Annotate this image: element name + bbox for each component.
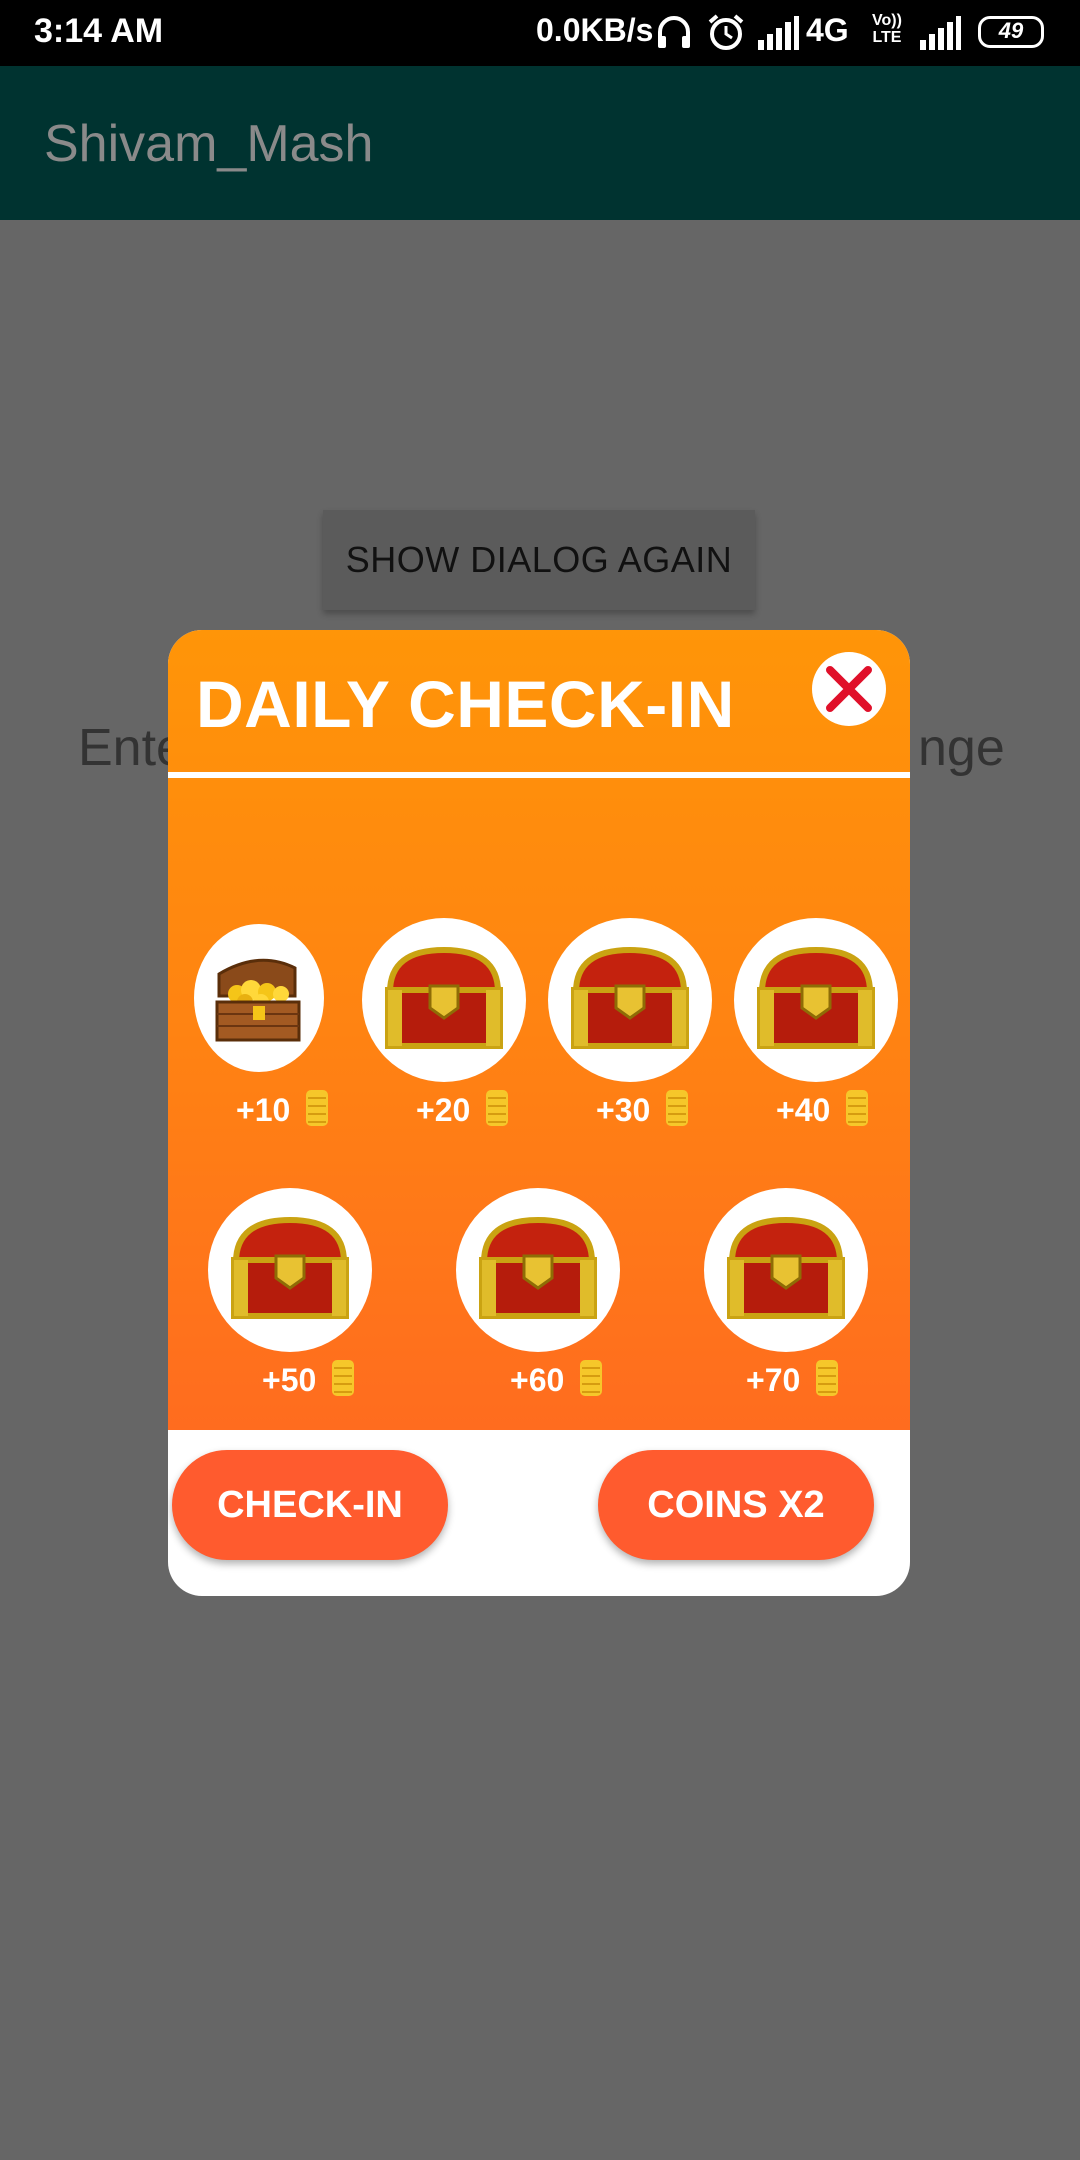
battery-level: 49 <box>998 18 1024 43</box>
coin-icon <box>666 1090 688 1126</box>
status-speed: 0.0KB/s <box>536 12 654 48</box>
background-text-right: nge <box>918 719 1005 777</box>
signal-icon-2 <box>920 16 961 50</box>
red-chest-icon <box>548 918 712 1082</box>
coin-icon <box>306 1090 328 1126</box>
daily-checkin-dialog: DAILY CHECK-IN +10 +20 +30 +40 +50 +60 +… <box>168 630 910 1596</box>
alarm-icon <box>708 14 744 50</box>
network-type: 4G <box>806 12 849 48</box>
status-bar: 3:14 AM 0.0KB/s 4G Vo)) LTE 49 <box>0 0 1080 66</box>
status-time: 3:14 AM <box>34 12 164 50</box>
reward-label: +70 <box>746 1362 801 1398</box>
app-title: Shivam_Mash <box>44 115 374 173</box>
coin-icon <box>580 1360 602 1396</box>
reward-label: +60 <box>510 1362 565 1398</box>
red-chest-icon <box>208 1188 372 1352</box>
red-chest-icon <box>704 1188 868 1352</box>
close-icon <box>826 666 872 712</box>
coin-icon <box>846 1090 868 1126</box>
open-gold-chest-icon <box>194 924 324 1072</box>
check-in-button[interactable]: CHECK-IN <box>172 1450 448 1560</box>
close-button[interactable] <box>812 652 886 726</box>
coin-icon <box>486 1090 508 1126</box>
reward-label: +10 <box>236 1092 291 1128</box>
dialog-title: DAILY CHECK-IN <box>196 667 735 741</box>
signal-icon <box>758 16 799 50</box>
coin-icon <box>332 1360 354 1396</box>
reward-label: +40 <box>776 1092 831 1128</box>
coin-icon <box>816 1360 838 1396</box>
red-chest-icon <box>362 918 526 1082</box>
volte-bottom: LTE <box>872 29 902 46</box>
reward-label: +20 <box>416 1092 471 1128</box>
red-chest-icon <box>734 918 898 1082</box>
coins-x2-button[interactable]: COINS X2 <box>598 1450 874 1560</box>
volte-top: Vo)) <box>872 12 902 29</box>
headset-icon <box>658 16 690 48</box>
reward-label: +50 <box>262 1362 317 1398</box>
red-chest-icon <box>456 1188 620 1352</box>
reward-label: +30 <box>596 1092 651 1128</box>
header-divider <box>168 772 910 778</box>
dialog-header-panel: DAILY CHECK-IN +10 +20 +30 +40 +50 +60 +… <box>168 630 910 1430</box>
volte-indicator: Vo)) LTE <box>872 12 902 46</box>
battery-icon: 49 <box>978 16 1044 48</box>
app-bar: Shivam_Mash <box>0 66 1080 220</box>
show-dialog-again-button[interactable]: SHOW DIALOG AGAIN <box>323 510 755 610</box>
